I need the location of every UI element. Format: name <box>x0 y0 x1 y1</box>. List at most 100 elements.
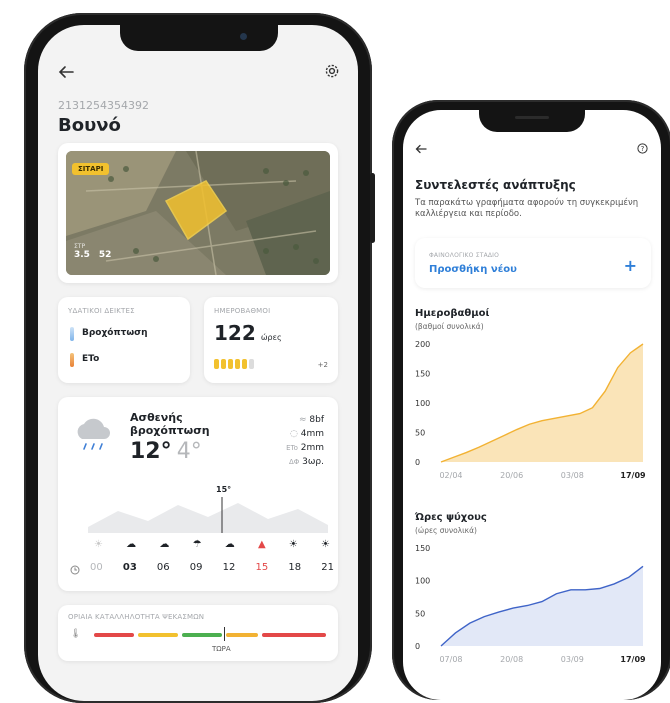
temp-low: 4° <box>176 439 202 464</box>
y-tick-label: 50 <box>415 609 425 618</box>
y-tick-label: 100 <box>415 577 430 586</box>
sun-icon: ☀ <box>321 539 330 550</box>
now-label: ΤΩΡΑ <box>212 645 231 653</box>
dp-value: 3ωρ. <box>302 457 324 467</box>
hour-label: 00 <box>90 562 103 573</box>
notch <box>479 110 585 132</box>
degree-days-bars <box>214 359 254 369</box>
chart2-subtitle: (ώρες συνολικά) <box>415 526 477 535</box>
side-button <box>370 173 375 243</box>
spray-segment-red <box>94 633 134 637</box>
eto-value: 2mm <box>300 443 324 453</box>
hour-label: 06 <box>156 562 170 573</box>
y-tick-label: 150 <box>415 544 430 553</box>
raindrop-icon: ◌ <box>290 429 301 439</box>
clock-icon <box>70 565 80 575</box>
x-tick-label: 17/09 <box>620 655 646 664</box>
crop-badge: ΣΙΤΑΡΙ <box>72 163 110 175</box>
chart1-subtitle: (βαθμοί συνολικά) <box>415 322 484 331</box>
hour-labels: 00 03 06 09 12 15 18 21 <box>90 562 334 573</box>
y-tick-label: 0 <box>415 642 420 651</box>
stat1-label: ΣΤΡ <box>74 243 86 250</box>
stage-action[interactable]: Προσθήκη νέου <box>429 264 517 275</box>
thermometer-icon: 🌡 <box>70 629 82 639</box>
svg-text:?: ? <box>641 145 645 153</box>
eto-row: ETo 2mm <box>286 441 324 455</box>
x-tick-label: 17/09 <box>620 471 646 480</box>
rain-value: 4mm <box>300 429 324 439</box>
water-item-eto: ETo <box>82 354 100 364</box>
spray-segment-green <box>182 633 222 637</box>
y-tick-label: 50 <box>415 429 425 438</box>
map-stats: ΣΤΡ 3.5 52 <box>74 243 111 260</box>
x-tick-label: 03/08 <box>561 471 584 480</box>
degree-days-unit: ώρες <box>260 333 282 342</box>
spray-bar <box>94 633 326 637</box>
spray-segment-yellow <box>138 633 178 637</box>
cloud-icon: ☁ <box>126 539 137 550</box>
series-area <box>441 566 643 646</box>
field-name: Βουνό <box>58 115 121 136</box>
sun-icon: ☀ <box>94 539 103 550</box>
degree-days-chart: 0 50 100 150 200 02/04 20/06 03/08 17/09 <box>415 340 646 480</box>
wind-icon: ≈ <box>298 415 310 425</box>
stat2-value: 52 <box>98 250 112 260</box>
field-id: 2131254354392 <box>58 99 149 112</box>
hour-label: 09 <box>189 562 203 573</box>
hour-label: 03 <box>122 562 137 573</box>
wind-value: 8bf <box>309 415 324 425</box>
cloud-icon: ☁ <box>224 539 235 550</box>
page-title: Συντελεστές ανάπτυξης <box>415 178 576 192</box>
dp-row: ΔΦ 3ωρ. <box>286 455 324 469</box>
water-indices-card[interactable]: ΥΔΑΤΙΚΟΙ ΔΕΙΚΤΕΣ Βροχόπτωση ETo <box>58 297 190 383</box>
weather-stats: ≈ 8bf ◌ 4mm ETo 2mm ΔΦ 3ωρ. <box>286 413 324 469</box>
stage-card[interactable]: ΦΑΙΝΟΛΟΓΙΚΟ ΣΤΑΔΙΟ Προσθήκη νέου + <box>415 238 651 288</box>
back-arrow-icon[interactable] <box>58 65 74 79</box>
chill-hours-chart: 0 50 100 150 07/08 20/08 03/09 17/09 <box>415 544 646 664</box>
temperature-curve <box>88 497 328 533</box>
degree-days-card[interactable]: ΗΜΕΡΟΒΑΘΜΟΙ 122 ώρες +2 <box>204 297 338 383</box>
x-tick-label: 07/08 <box>439 655 462 664</box>
y-tick-label: 200 <box>415 340 430 349</box>
hour-label: 15 <box>255 562 269 573</box>
series-area <box>441 344 643 462</box>
add-icon[interactable]: + <box>624 256 637 275</box>
notch <box>120 25 278 51</box>
y-tick-label: 0 <box>415 458 420 467</box>
weather-card[interactable]: Ασθενής βροχόπτωση 12° 4° ≈ 8bf ◌ 4mm ET… <box>58 397 338 591</box>
gear-icon[interactable] <box>324 63 340 79</box>
right-phone: ? Συντελεστές ανάπτυξης Τα παρακάτω γραφ… <box>392 100 670 700</box>
spray-suitability-card[interactable]: ΟΡΙΑΙΑ ΚΑΤΑΛΛΗΛΟΤΗΤΑ ΨΕΚΑΣΜΩΝ 🌡 ΤΩΡΑ <box>58 605 338 661</box>
y-tick-label: 150 <box>415 370 430 379</box>
x-tick-label: 20/06 <box>500 471 523 480</box>
eto-indicator <box>70 353 74 367</box>
help-icon[interactable]: ? <box>637 143 648 154</box>
degree-days-value: 122 <box>214 321 256 345</box>
cloud-icon: ☁ <box>159 539 170 550</box>
water-item-rain: Βροχόπτωση <box>82 328 148 338</box>
spray-segment-orange <box>226 633 258 637</box>
stage-label: ΦΑΙΝΟΛΟΓΙΚΟ ΣΤΑΔΙΟ <box>429 252 500 259</box>
spray-title: ΟΡΙΑΙΑ ΚΑΤΑΛΛΗΛΟΤΗΤΑ ΨΕΚΑΣΜΩΝ <box>68 613 205 621</box>
weather-temps: 12° 4° <box>130 439 202 464</box>
spray-segment-red <box>262 633 326 637</box>
chart1-title: Ημεροβαθμοί <box>415 308 490 319</box>
wind-row: ≈ 8bf <box>286 413 324 427</box>
chart2-title: Ώρες ψύχους <box>415 512 487 523</box>
map-card[interactable]: ΣΙΤΑΡΙ ΣΤΡ 3.5 52 <box>58 143 338 283</box>
crop-badge-text: ΣΙΤΑΡΙ <box>78 165 104 173</box>
degree-days-more: +2 <box>317 361 328 369</box>
warning-icon: ▲ <box>257 539 266 550</box>
now-marker <box>224 627 225 641</box>
hour-label: 12 <box>222 562 236 573</box>
x-tick-label: 02/04 <box>439 471 462 480</box>
hour-label: 18 <box>288 562 302 573</box>
right-screen: ? Συντελεστές ανάπτυξης Τα παρακάτω γραφ… <box>403 110 661 700</box>
water-indices-title: ΥΔΑΤΙΚΟΙ ΔΕΙΚΤΕΣ <box>68 307 135 315</box>
left-screen: 2131254354392 Βουνό ΣΙΤΑΡΙ ΣΤΡ 3.5 52 ΥΔ… <box>38 25 358 701</box>
temp-high: 12° <box>130 439 172 464</box>
x-tick-label: 20/08 <box>500 655 523 664</box>
back-arrow-icon[interactable] <box>415 144 427 154</box>
marker-temp: 15° <box>216 485 232 494</box>
x-tick-label: 03/09 <box>561 655 584 664</box>
